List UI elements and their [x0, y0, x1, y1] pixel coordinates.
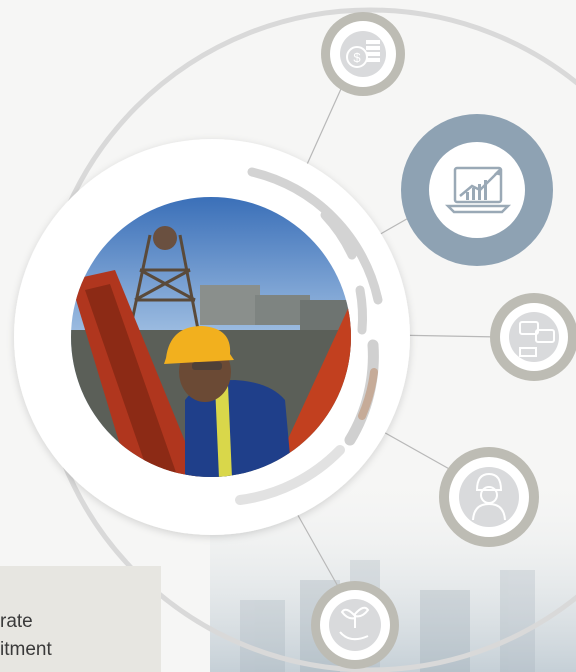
finance-icon[interactable]: $ — [321, 12, 405, 96]
communication-icon[interactable] — [490, 293, 576, 381]
growth-chart-icon[interactable] — [401, 114, 553, 266]
sustainability-icon[interactable] — [311, 581, 399, 669]
text-line-2: itment — [0, 639, 52, 660]
worker-icon[interactable] — [439, 447, 539, 547]
svg-text:$: $ — [353, 50, 361, 65]
text-line-1: rate — [0, 611, 33, 632]
